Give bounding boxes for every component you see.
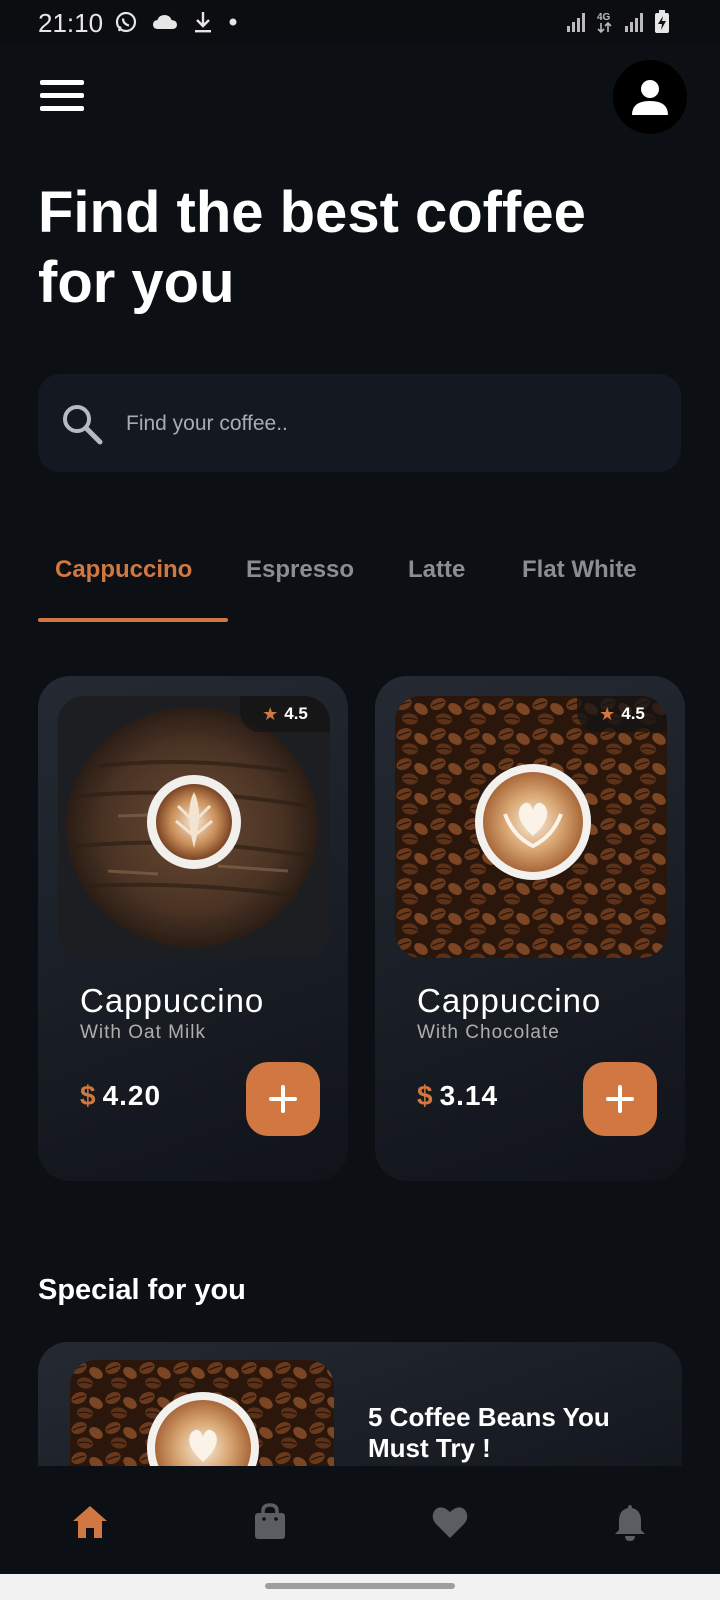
special-item-title: 5 Coffee Beans You Must Try !: [368, 1402, 610, 1463]
rating-badge: ★ 4.5: [577, 696, 667, 732]
product-card[interactable]: ★ 4.5 Cappuccino With Oat Milk $4.20: [38, 676, 348, 1181]
search-icon[interactable]: [60, 402, 104, 446]
bottom-nav: [0, 1466, 720, 1574]
page-title: Find the best coffee for you: [38, 180, 586, 315]
star-icon: ★: [262, 703, 279, 724]
status-time: 21:10: [38, 8, 104, 38]
currency-symbol: $: [80, 1080, 97, 1111]
product-subtitle: With Oat Milk: [80, 1022, 206, 1043]
product-price: $3.14: [417, 1080, 498, 1112]
plus-icon: [606, 1085, 634, 1113]
profile-avatar[interactable]: [613, 60, 687, 134]
rating-value: 4.5: [284, 704, 308, 723]
tab-latte[interactable]: Latte: [408, 556, 465, 584]
status-bar: 21:10 4G: [0, 0, 720, 44]
star-icon: ★: [599, 703, 616, 724]
bag-icon[interactable]: [250, 1502, 290, 1542]
bell-icon[interactable]: [610, 1502, 650, 1542]
product-subtitle: With Chocolate: [417, 1022, 560, 1043]
section-title-special: Special for you: [38, 1274, 246, 1306]
gesture-area: [0, 1574, 720, 1600]
rating-value: 4.5: [621, 704, 645, 723]
user-icon: [632, 80, 668, 115]
tab-flat-white[interactable]: Flat White: [522, 556, 637, 584]
status-system-icons: 4G: [566, 10, 670, 34]
cloud-icon: [153, 15, 177, 29]
product-image: ★ 4.5: [58, 696, 330, 958]
status-notification-icons: [114, 10, 238, 34]
product-card[interactable]: ★ 4.5 Cappuccino With Chocolate $3.14: [375, 676, 685, 1181]
tab-indicator: [38, 618, 228, 622]
price-value: 3.14: [439, 1080, 499, 1111]
network-4g-icon: 4G: [597, 12, 612, 34]
search-box[interactable]: [38, 374, 681, 472]
coffee-table-image: [58, 696, 330, 958]
battery-charging-icon: [655, 10, 669, 33]
search-input[interactable]: [124, 404, 628, 444]
whatsapp-icon: [115, 11, 137, 33]
tab-espresso[interactable]: Espresso: [246, 556, 354, 584]
price-value: 4.20: [102, 1080, 162, 1111]
tab-cappuccino[interactable]: Cappuccino: [55, 556, 192, 584]
dot-icon: [229, 18, 237, 26]
product-name: Cappuccino: [80, 982, 265, 1019]
rating-badge: ★ 4.5: [240, 696, 330, 732]
currency-symbol: $: [417, 1080, 434, 1111]
product-name: Cappuccino: [417, 982, 602, 1019]
category-tabs: Cappuccino Espresso Latte Flat White: [0, 556, 720, 622]
home-icon[interactable]: [70, 1502, 110, 1542]
menu-icon[interactable]: [40, 80, 84, 112]
add-to-cart-button[interactable]: [583, 1062, 657, 1136]
product-image: ★ 4.5: [395, 696, 667, 958]
download-icon: [195, 12, 211, 33]
heart-icon[interactable]: [430, 1502, 470, 1542]
coffee-beans-image: [395, 696, 667, 958]
svg-text:4G: 4G: [597, 12, 611, 23]
product-price: $4.20: [80, 1080, 161, 1112]
signal-icon-2: [625, 13, 643, 32]
signal-icon: [567, 13, 585, 32]
gesture-handle[interactable]: [265, 1583, 455, 1589]
add-to-cart-button[interactable]: [246, 1062, 320, 1136]
plus-icon: [269, 1085, 297, 1113]
